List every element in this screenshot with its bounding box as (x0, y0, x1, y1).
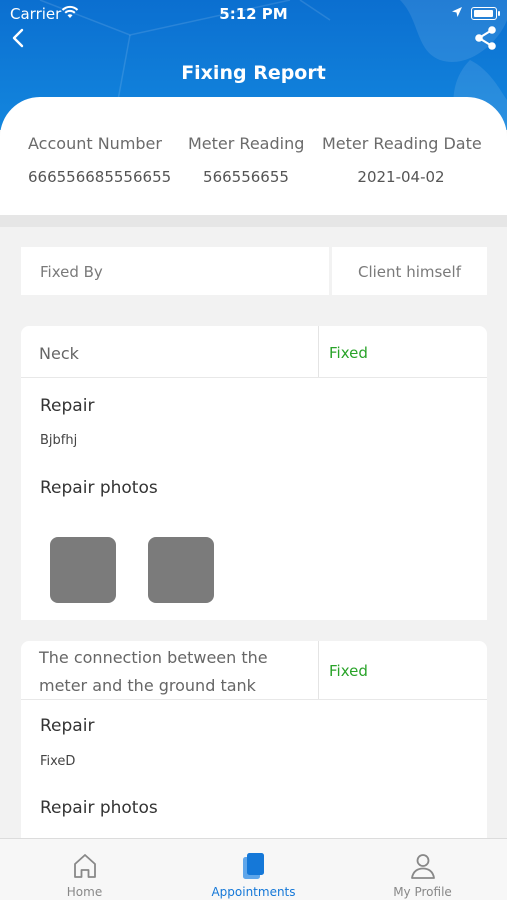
tab-my-profile[interactable]: My Profile (338, 839, 507, 900)
fixed-by-row: Fixed By Client himself (21, 247, 487, 295)
appointments-icon (243, 853, 264, 879)
fixed-by-value: Client himself (358, 263, 461, 281)
account-number-label: Account Number (28, 134, 162, 153)
repair-item-status: Fixed (329, 344, 368, 362)
account-number-block: Account Number 666556685556655 (28, 134, 172, 186)
profile-icon (411, 854, 435, 879)
repair-label: Repair (40, 716, 95, 736)
repair-text: FixeD (40, 754, 76, 769)
tab-home-label: Home (66, 885, 103, 899)
tab-bar: Home Appointments My Profile (0, 838, 507, 900)
repair-item-card: The connection between the meter and the… (21, 641, 487, 838)
meter-reading-block: Meter Reading 566556655 (188, 134, 304, 186)
section-divider (0, 215, 507, 227)
column-divider (318, 326, 319, 377)
clock-time: 5:12 PM (219, 5, 288, 23)
repair-photos-label: Repair photos (40, 798, 158, 818)
account-summary-card: Account Number 666556685556655 Meter Rea… (0, 97, 507, 215)
account-number-value: 666556685556655 (28, 168, 172, 186)
tab-appointments[interactable]: Appointments (169, 839, 338, 900)
battery-icon (471, 7, 500, 20)
location-arrow-icon (452, 7, 462, 17)
page-title: Fixing Report (181, 62, 326, 84)
fixed-by-value-cell: Client himself (332, 247, 487, 295)
repair-photos-label: Repair photos (40, 478, 158, 498)
repair-item-name: Neck (39, 344, 79, 363)
repair-item-header: Neck Fixed (21, 326, 487, 378)
meter-reading-date-value: 2021-04-02 (357, 168, 445, 186)
tab-my-profile-label: My Profile (393, 885, 452, 899)
repair-text: Bjbfhj (40, 433, 78, 448)
repair-photo-thumbnail[interactable] (50, 537, 116, 603)
back-icon[interactable] (8, 27, 30, 49)
meter-reading-date-block: Meter Reading Date 2021-04-02 (322, 134, 482, 186)
repair-item-card: Neck Fixed Repair Bjbfhj Repair photos (21, 326, 487, 620)
repair-item-status: Fixed (329, 662, 368, 680)
tab-appointments-label: Appointments (211, 885, 296, 899)
home-icon (74, 854, 96, 878)
meter-reading-label: Meter Reading (188, 134, 305, 153)
meter-reading-value: 566556655 (203, 168, 289, 186)
repair-item-header: The connection between the meter and the… (21, 641, 487, 700)
repair-item-name-line2: meter and the ground tank (39, 676, 256, 695)
repair-photo-thumbnail[interactable] (148, 537, 214, 603)
fixed-by-label: Fixed By (40, 263, 103, 281)
repair-label: Repair (40, 396, 95, 416)
meter-reading-date-label: Meter Reading Date (322, 134, 482, 153)
tab-home[interactable]: Home (0, 839, 169, 900)
status-bar: Carrier 5:12 PM (0, 0, 507, 28)
fixed-by-label-cell: Fixed By (21, 247, 329, 295)
column-divider (318, 641, 319, 699)
share-icon[interactable] (473, 25, 499, 51)
repair-item-name-line1: The connection between the (39, 648, 268, 667)
